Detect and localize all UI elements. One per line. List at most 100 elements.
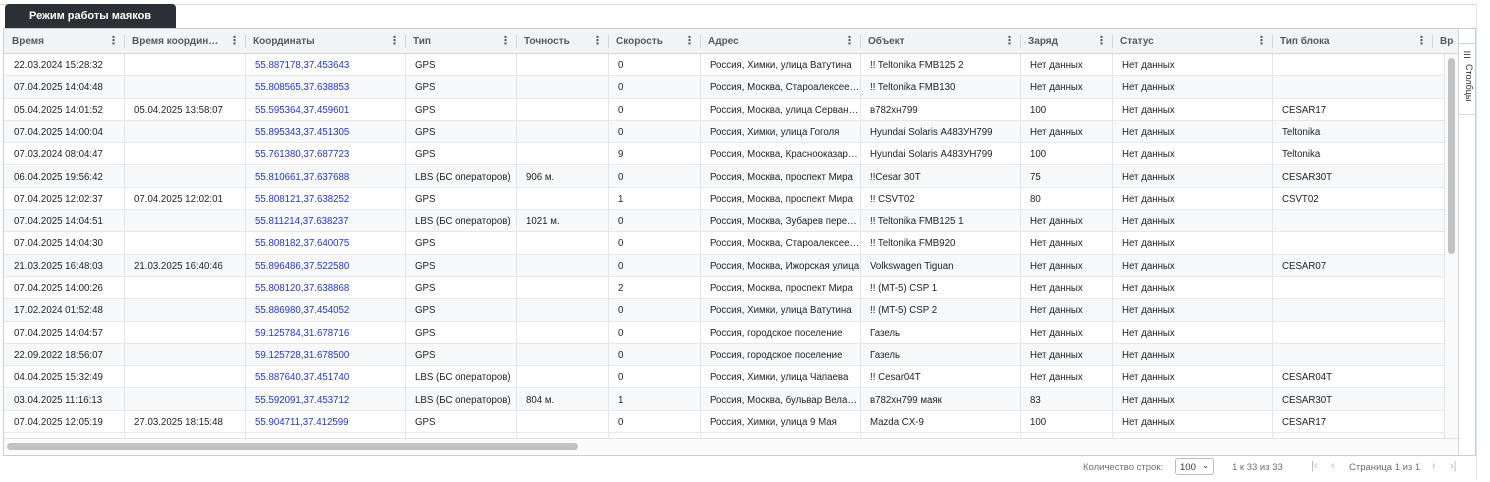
table-row[interactable]: 07.04.2025 14:00:04 55.895343,37.451305 GP… (4, 120, 1444, 144)
cell-object: Газель (870, 327, 901, 339)
column-menu-icon[interactable]: ⋮ (844, 35, 855, 47)
tab-beacon-modes[interactable]: Режим работы маяков (5, 4, 176, 28)
cell-status: Нет данных (1122, 416, 1175, 428)
rows-per-page-select[interactable]: 100 ⌄ (1175, 458, 1214, 475)
last-page-icon[interactable]: ›| (1450, 460, 1457, 472)
column-header-status[interactable]: Статус (1112, 29, 1254, 54)
cell-time: 07.04.2025 14:04:57 (14, 327, 103, 339)
column-menu-icon[interactable]: ⋮ (592, 35, 603, 47)
cell-coord-time: 07.04.2025 12:02:01 (134, 193, 223, 205)
vertical-scroll-thumb[interactable] (1448, 58, 1455, 254)
column-header-speed[interactable]: Скорость (608, 29, 682, 54)
coordinates-link[interactable]: 55.887640,37.451740 (245, 366, 405, 388)
column-menu-icon[interactable]: ⋮ (1096, 35, 1107, 47)
table-row[interactable]: 05.04.2025 14:01:52 05.04.2025 13:58:07 55… (4, 99, 1444, 121)
cell-object: в782хн799 (870, 104, 918, 116)
coordinates-link[interactable]: 55.811214,37.638237 (245, 210, 405, 232)
column-menu-icon[interactable]: ⋮ (1004, 35, 1015, 47)
column-header-coord-time[interactable]: Время координ… (124, 29, 227, 54)
table-row[interactable]: 07.04.2025 12:05:19 27.03.2025 18:15:48 55… (4, 411, 1444, 434)
coordinates-link[interactable]: 55.595364,37.459601 (245, 99, 405, 121)
table-row[interactable]: 07.04.2025 14:00:26 55.808120,37.638868 GP… (4, 277, 1444, 300)
column-divider (516, 54, 517, 438)
rows-per-page-label: Количество строк: (1083, 462, 1164, 473)
column-header-time-2[interactable]: Вре (1432, 29, 1454, 54)
column-menu-icon[interactable]: ⋮ (108, 35, 119, 47)
cell-accuracy (516, 344, 608, 366)
coordinates-link[interactable]: 55.592091,37.453712 (245, 389, 405, 411)
column-header-accuracy[interactable]: Точность (516, 29, 590, 54)
table-row[interactable]: 06.04.2025 19:56:42 55.810661,37.637688 LB… (4, 165, 1444, 188)
cell-coord-time (124, 322, 245, 344)
table-row[interactable]: 17.02.2024 01:52:48 55.886980,37.454052 GP… (4, 299, 1444, 322)
cell-charge: Нет данных (1030, 305, 1083, 317)
coordinates-link[interactable]: 55.896486,37.522580 (245, 255, 405, 277)
column-menu-icon[interactable]: ⋮ (1416, 35, 1427, 47)
chevron-down-icon: ⌄ (1202, 461, 1209, 470)
columns-panel-tab[interactable]: ☰ Столбцы (1459, 43, 1475, 115)
coordinates-link[interactable]: 55.810661,37.637688 (245, 166, 405, 188)
horizontal-scroll-thumb[interactable] (7, 443, 578, 450)
cell-coord-time: 21.03.2025 16:40:46 (134, 260, 223, 272)
cell-speed: 1 (618, 193, 624, 205)
cell-address: Россия, городское поселение (710, 349, 843, 361)
table-row[interactable]: 07.03.2024 08:04:47 55.761380,37.687723 GP… (4, 143, 1444, 166)
column-header-address[interactable]: Адрес (700, 29, 842, 54)
coordinates-link[interactable]: 55.808121,37.638252 (245, 188, 405, 210)
table-row[interactable]: 04.04.2025 15:32:49 55.887640,37.451740 LB… (4, 366, 1444, 389)
column-menu-icon[interactable]: ⋮ (684, 35, 695, 47)
table-row[interactable]: 22.09.2022 18:56:07 59.125728,31.678500 GP… (4, 343, 1444, 367)
table-row[interactable]: 07.04.2025 14:04:48 55.808565,37.638853 GP… (4, 76, 1444, 99)
column-menu-icon[interactable]: ⋮ (500, 35, 511, 47)
column-menu-icon[interactable]: ⋮ (389, 35, 400, 47)
horizontal-scrollbar[interactable] (4, 438, 1458, 452)
table-row[interactable]: 21.03.2025 16:48:03 21.03.2025 16:40:46 55… (4, 254, 1444, 277)
coordinates-link[interactable]: 55.887178,37.453643 (245, 54, 405, 76)
cell-charge: Нет данных (1030, 238, 1083, 250)
column-header-charge[interactable]: Заряд (1020, 29, 1094, 54)
column-header-object[interactable]: Объект (860, 29, 1002, 54)
coordinates-link[interactable]: 55.808120,37.638868 (245, 277, 405, 299)
cell-charge: Нет данных (1030, 82, 1083, 94)
cell-charge: 75 (1030, 171, 1041, 183)
column-header-time[interactable]: Время (4, 29, 106, 54)
coordinates-link[interactable]: 55.808565,37.638853 (245, 76, 405, 98)
next-page-icon[interactable]: › (1432, 460, 1436, 472)
table-row[interactable]: 07.04.2025 14:04:51 55.811214,37.638237 LB… (4, 210, 1444, 233)
cell-time: 07.03.2024 08:04:47 (14, 149, 103, 161)
table-row[interactable]: 07.04.2025 14:04:30 55.808182,37.640075 GP… (4, 232, 1444, 255)
cell-coord-time (124, 366, 245, 388)
first-page-icon[interactable]: |‹ (1311, 460, 1318, 472)
cell-type: GPS (415, 349, 436, 361)
column-menu-icon[interactable]: ⋮ (1256, 35, 1267, 47)
table-row[interactable]: 07.04.2025 12:02:37 07.04.2025 12:02:01 55… (4, 188, 1444, 211)
coordinates-link[interactable]: 59.125728,31.678500 (245, 344, 405, 366)
cell-time: 07.04.2025 12:02:37 (14, 193, 103, 205)
coordinates-link[interactable]: 55.895343,37.451305 (245, 121, 405, 143)
table-row[interactable]: 03.04.2025 11:16:13 55.592091,37.453712 LB… (4, 388, 1444, 411)
column-header-type[interactable]: Тип (405, 29, 498, 54)
column-header-coordinates[interactable]: Координаты (245, 29, 387, 54)
cell-block-type: CSVT02 (1282, 193, 1319, 205)
cell-time: 07.04.2025 12:05:19 (14, 416, 103, 428)
cell-type: GPS (415, 283, 436, 294)
coordinates-link[interactable]: 55.808182,37.640075 (245, 232, 405, 254)
pagination-bar: Количество строк: 100 ⌄ 1 к 33 из 33 |‹ … (0, 456, 1476, 480)
column-menu-icon[interactable]: ⋮ (229, 35, 240, 47)
cell-object: !! (MT-5) CSP 1 (870, 283, 938, 294)
table-row[interactable]: 22.03.2024 15:28:32 55.887178,37.453643 GP… (4, 54, 1444, 77)
coordinates-link[interactable]: 55.886980,37.454052 (245, 299, 405, 321)
coordinates-link[interactable]: 59.125784,31.678716 (245, 322, 405, 344)
table-row[interactable]: 07.04.2025 14:04:57 59.125784,31.678716 GP… (4, 322, 1444, 344)
cell-time: 21.03.2025 16:48:03 (14, 260, 103, 272)
coordinates-link[interactable]: 55.904711,37.412599 (245, 411, 405, 433)
column-header-block-type[interactable]: Тип блока (1272, 29, 1414, 54)
cell-block-type (1272, 299, 1432, 321)
coordinates-link[interactable]: 55.761380,37.687723 (245, 143, 405, 165)
vertical-scrollbar[interactable] (1444, 54, 1458, 438)
column-divider (245, 54, 246, 438)
cell-coord-time (124, 210, 245, 232)
cell-block-type (1272, 344, 1432, 366)
prev-page-icon[interactable]: ‹ (1331, 460, 1335, 472)
cell-coord-time (124, 344, 245, 366)
